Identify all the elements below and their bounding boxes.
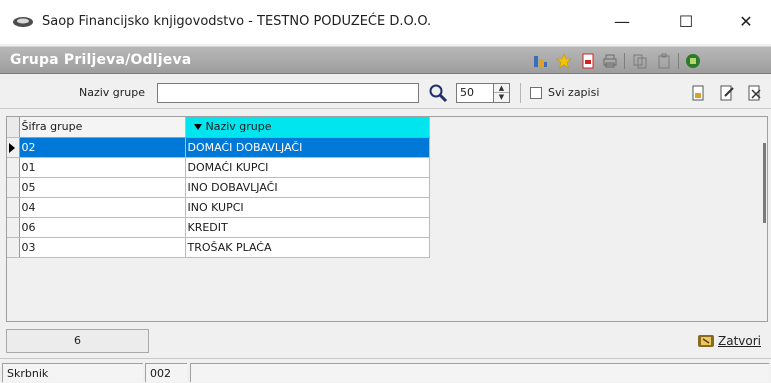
filter-separator [520, 83, 521, 103]
column-header-code[interactable]: Šifra grupe [19, 117, 186, 138]
group-name-search-input[interactable] [157, 83, 419, 103]
app-logo-icon [13, 17, 33, 27]
cell-name[interactable]: DOMAĆI KUPCI [185, 157, 430, 178]
cell-name[interactable]: DOMAĆI DOBAVLJAČI [185, 137, 430, 158]
filter-bar: Naziv grupe 50 ▲ ▼ Svi zapisi [0, 75, 771, 109]
favorite-star-icon[interactable] [556, 53, 572, 69]
grid-area: Šifra grupe Naziv grupe 02 DOMAĆI DOBAVL… [0, 110, 771, 324]
panel-title: Grupa Priljeva/Odljeva [10, 52, 192, 68]
print-icon[interactable] [602, 53, 618, 69]
all-records-checkbox[interactable] [530, 87, 542, 99]
cell-code[interactable]: 04 [19, 197, 186, 218]
cell-code[interactable]: 03 [19, 237, 186, 258]
row-indicator[interactable] [7, 217, 20, 238]
edit-record-icon[interactable] [718, 84, 736, 102]
table-row[interactable]: 04 INO KUPCI [7, 197, 430, 218]
row-indicator[interactable] [7, 237, 20, 258]
row-indicator[interactable] [7, 177, 20, 198]
cell-code[interactable]: 06 [19, 217, 186, 238]
title-bar: Saop Financijsko knjigovodstvo - TESTNO … [0, 0, 771, 44]
cell-code[interactable]: 01 [19, 157, 186, 178]
record-limit-input[interactable]: 50 [456, 83, 494, 103]
table-row[interactable]: 05 INO DOBAVLJAČI [7, 177, 430, 198]
toolbar-separator [624, 53, 625, 69]
maximize-button[interactable]: ☐ [666, 10, 706, 34]
status-code: 002 [145, 363, 187, 382]
minimize-button[interactable]: — [602, 10, 642, 34]
paste-icon[interactable] [656, 53, 672, 69]
record-count: 6 [6, 329, 149, 353]
copy-icon[interactable] [632, 53, 648, 69]
cell-code[interactable]: 02 [19, 137, 186, 158]
table-row[interactable]: 03 TROŠAK PLAĆA [7, 237, 430, 258]
close-form-icon[interactable] [697, 333, 715, 349]
new-record-icon[interactable] [690, 84, 708, 102]
close-window-button[interactable]: ✕ [726, 10, 766, 34]
groups-table: Šifra grupe Naziv grupe 02 DOMAĆI DOBAVL… [7, 117, 430, 258]
filter-label: Naziv grupe [79, 86, 146, 99]
row-indicator[interactable] [7, 157, 20, 178]
cell-name[interactable]: KREDIT [185, 217, 430, 238]
row-indicator[interactable] [7, 197, 20, 218]
toolbar-separator [678, 53, 679, 69]
status-user: Skrbnik [2, 363, 143, 382]
delete-record-icon[interactable] [746, 84, 764, 102]
save-icon[interactable] [685, 53, 701, 69]
window-title: Saop Financijsko knjigovodstvo - TESTNO … [42, 14, 432, 29]
cell-name[interactable]: INO DOBAVLJAČI [185, 177, 430, 198]
table-header-row: Šifra grupe Naziv grupe [7, 117, 430, 138]
search-icon[interactable] [428, 83, 448, 103]
status-message [190, 363, 769, 382]
table-row[interactable]: 01 DOMAĆI KUPCI [7, 157, 430, 178]
current-row-pointer-icon [9, 142, 15, 153]
cell-code[interactable]: 05 [19, 177, 186, 198]
pdf-export-icon[interactable] [580, 53, 596, 69]
cell-name[interactable]: INO KUPCI [185, 197, 430, 218]
sort-descending-icon [193, 123, 202, 130]
close-form-button[interactable]: Zatvori [718, 334, 761, 348]
all-records-label: Svi zapisi [548, 86, 600, 99]
vertical-scrollbar[interactable] [763, 143, 766, 223]
panel-header: Grupa Priljeva/Odljeva [0, 46, 771, 74]
record-limit-spinner[interactable]: ▲ ▼ [494, 83, 510, 103]
row-indicator[interactable] [7, 137, 20, 158]
status-bar: Skrbnik 002 [0, 358, 771, 383]
table-row[interactable]: 06 KREDIT [7, 217, 430, 238]
footer-row: 6 Zatvori [0, 327, 771, 355]
cell-name[interactable]: TROŠAK PLAĆA [185, 237, 430, 258]
report-icon[interactable] [532, 53, 548, 69]
column-header-name-label: Naziv grupe [205, 120, 272, 134]
spinner-up-icon[interactable]: ▲ [494, 84, 509, 93]
data-grid: Šifra grupe Naziv grupe 02 DOMAĆI DOBAVL… [6, 116, 768, 322]
column-header-name[interactable]: Naziv grupe [185, 117, 430, 138]
row-indicator-header [7, 117, 20, 138]
table-row[interactable]: 02 DOMAĆI DOBAVLJAČI [7, 137, 430, 158]
spinner-down-icon[interactable]: ▼ [494, 93, 509, 102]
